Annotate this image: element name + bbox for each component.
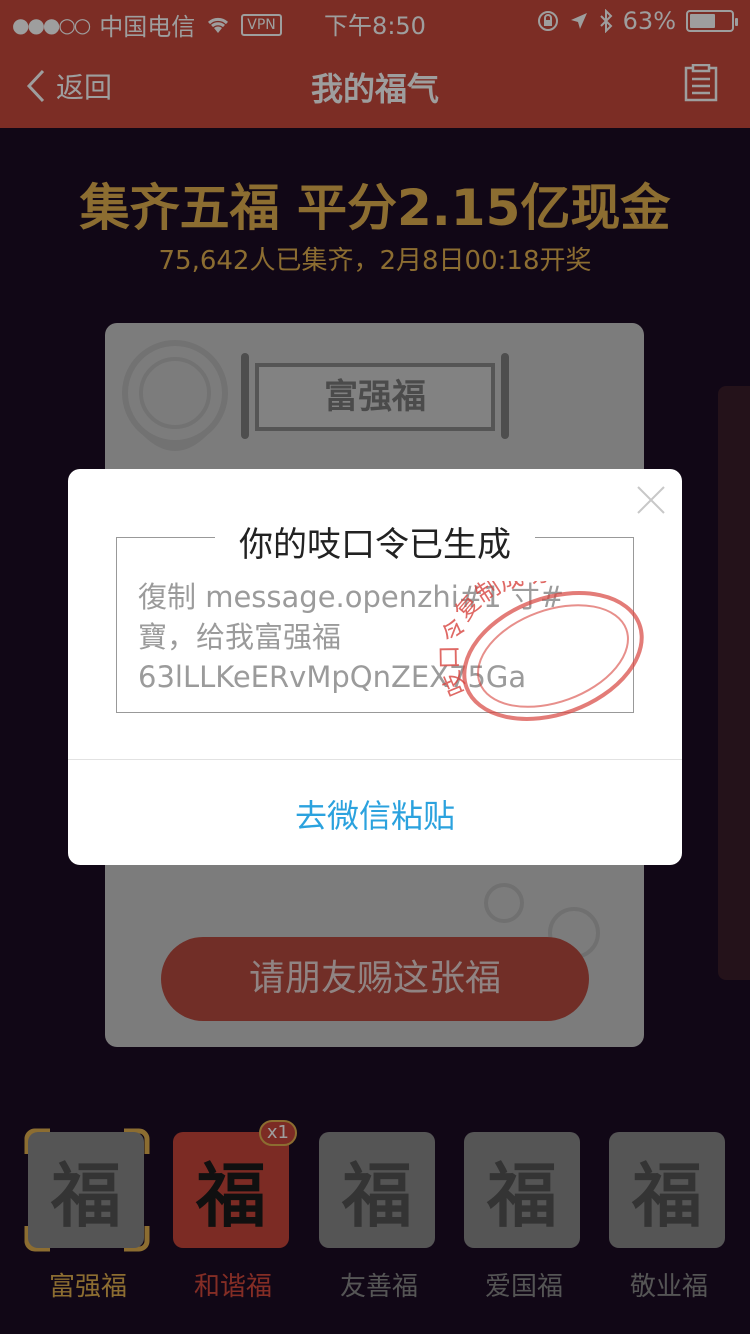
dialog-title-text: 你的吱口令已生成 — [215, 525, 535, 565]
dialog-divider — [68, 759, 682, 760]
close-icon[interactable] — [636, 485, 666, 515]
copied-stamp-icon: 吱口令复制成功 — [438, 581, 644, 721]
paste-to-wechat-button[interactable]: 去微信粘贴 — [68, 791, 682, 837]
dialog-title: 你的吱口令已生成 — [68, 517, 682, 566]
zhi-code-dialog: 你的吱口令已生成 復制 message.openzhi#1 寸# 寶，给我富强福… — [68, 469, 682, 865]
